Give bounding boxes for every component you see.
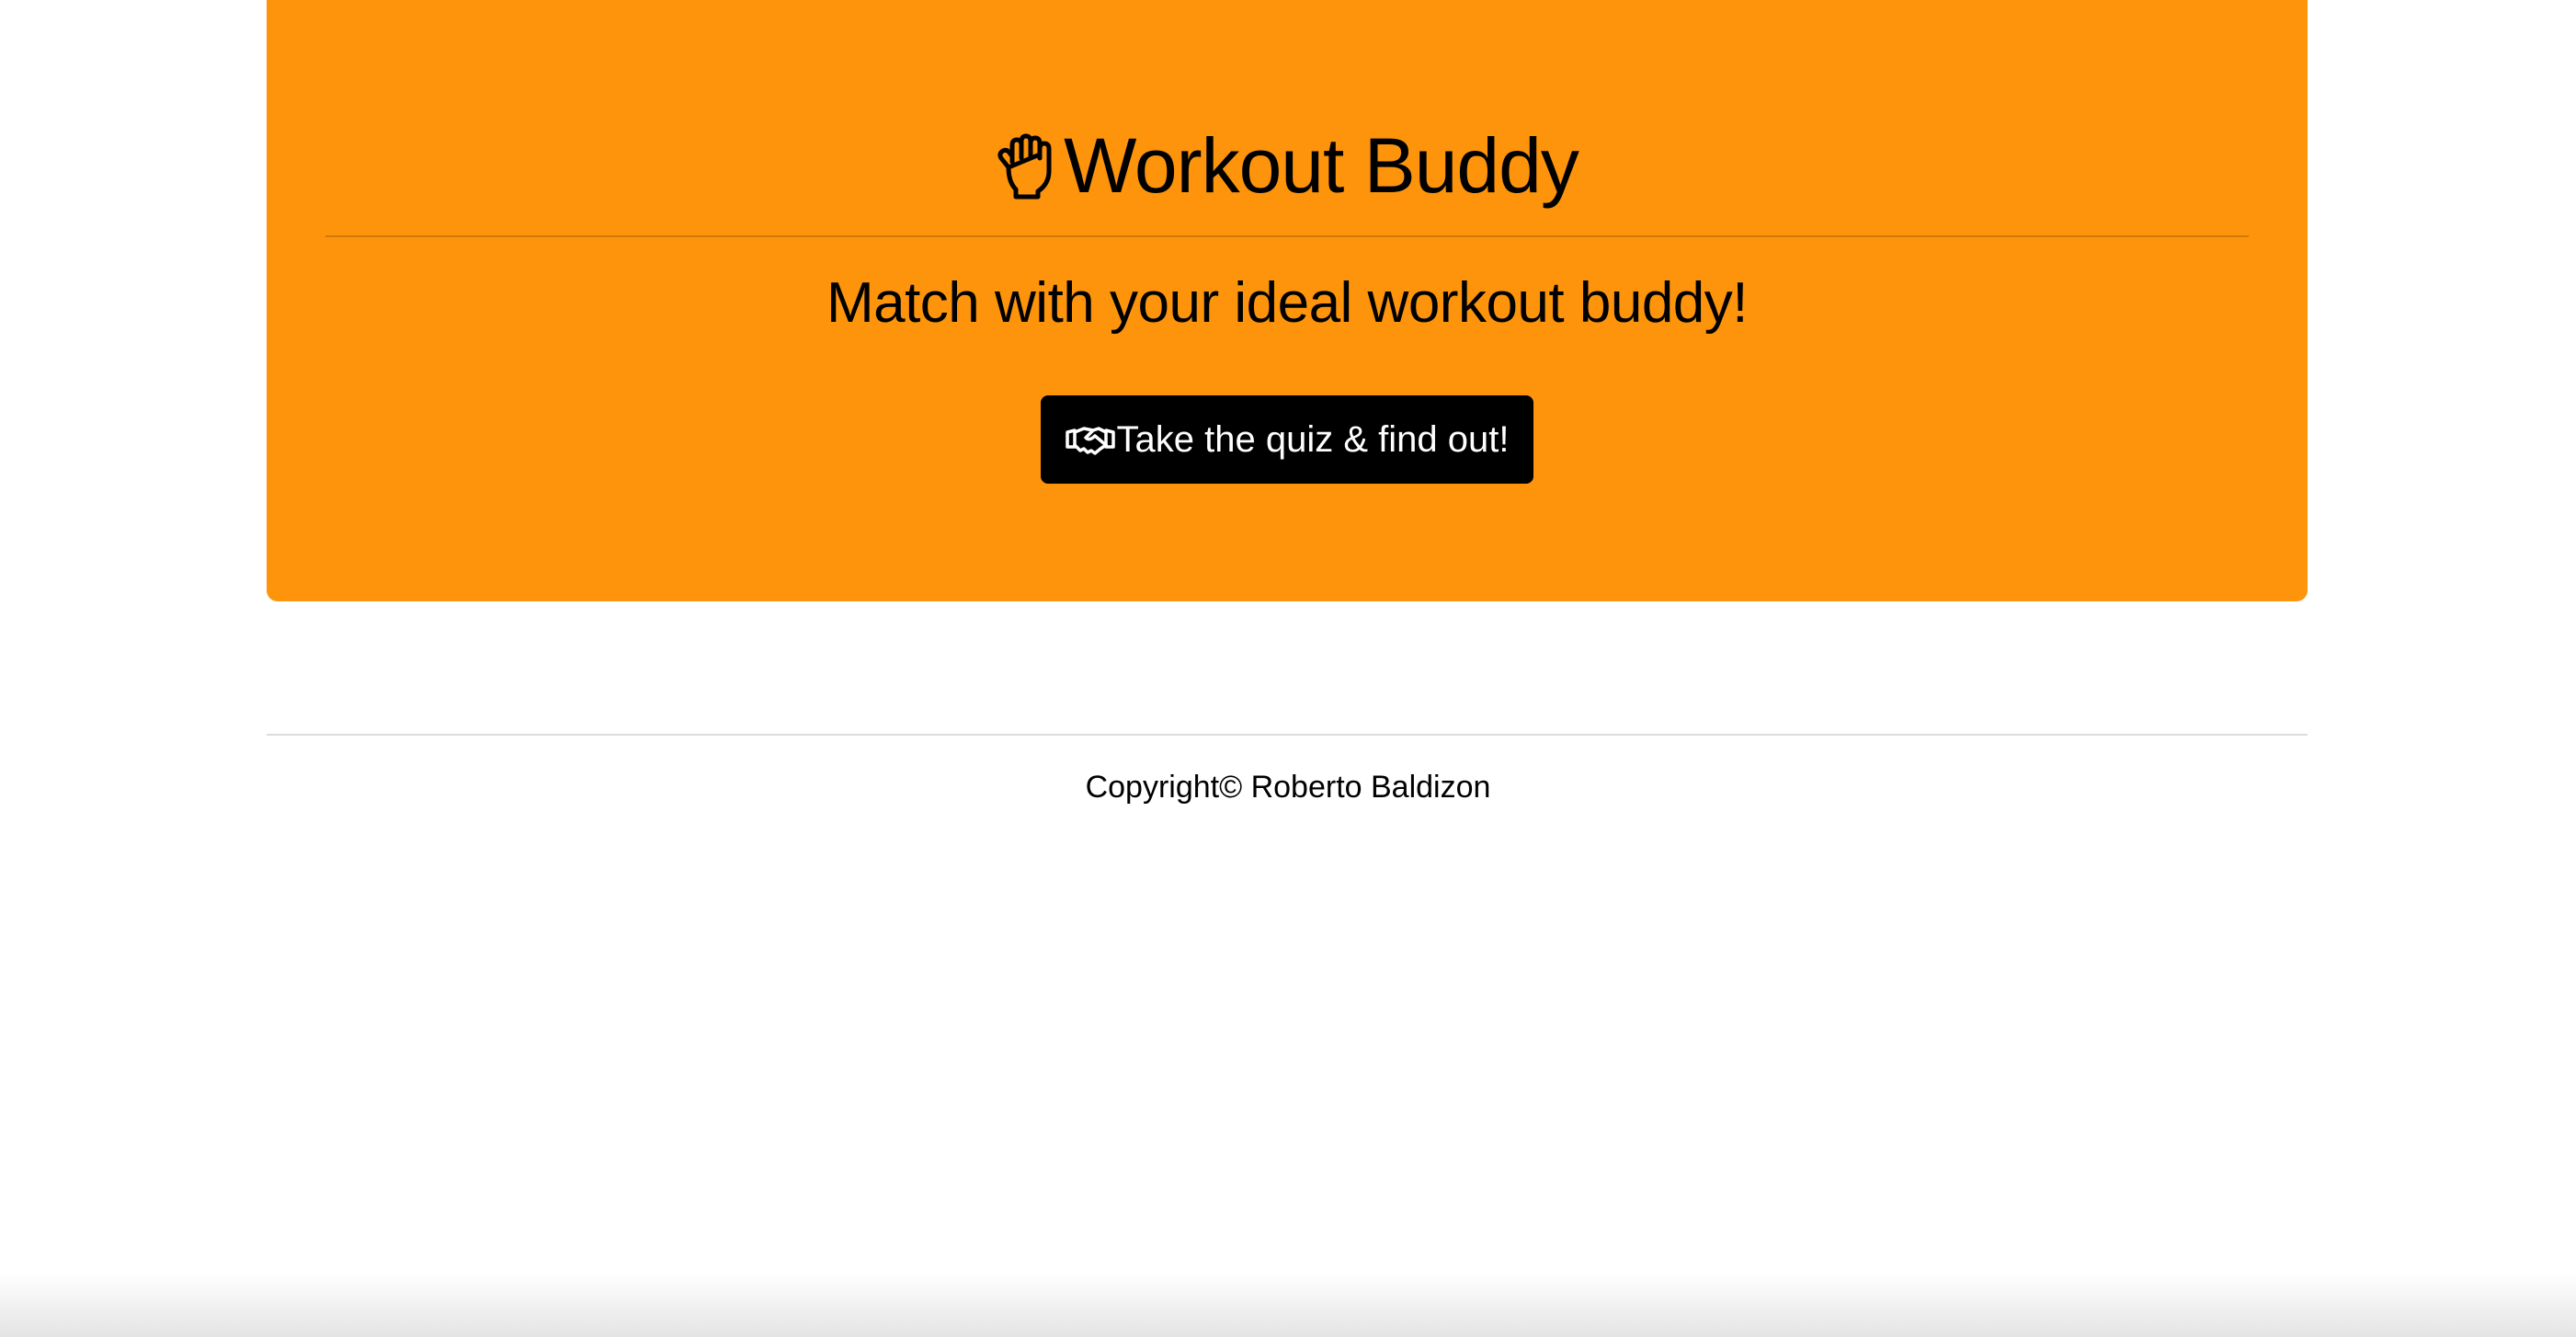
hero-divider [325,235,2249,237]
hero-subtitle: Match with your ideal workout buddy! [826,271,1749,335]
page-title: Workout Buddy [267,118,2308,213]
page: Workout Buddy Match with your ideal work… [0,0,2576,1337]
handshake-icon [1065,421,1115,458]
hero-jumbotron: Workout Buddy Match with your ideal work… [267,0,2308,601]
take-quiz-label: Take the quiz & find out! [1116,418,1510,460]
take-quiz-button[interactable]: Take the quiz & find out! [1041,395,1533,484]
footer-divider [267,734,2308,736]
app-title: Workout Buddy [1064,122,1579,209]
window-bottom-shadow [0,1273,2576,1337]
hand-fist-icon [996,131,1062,200]
footer-copyright: Copyright© Roberto Baldizon [1085,770,1491,805]
